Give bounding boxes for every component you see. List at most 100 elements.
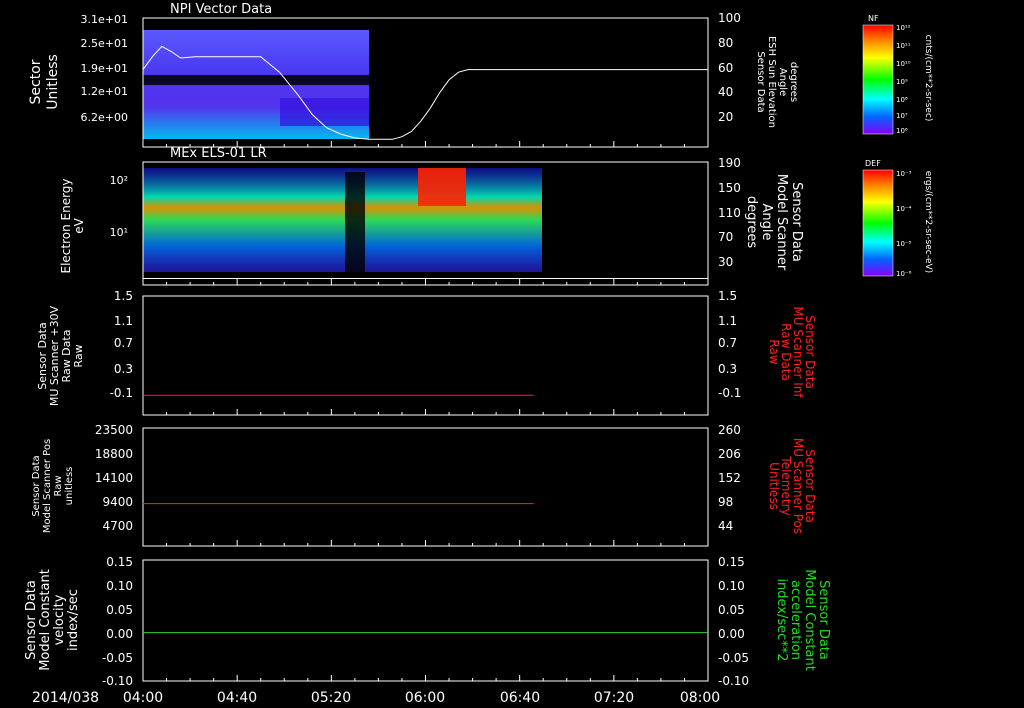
panel-1-ylabel-0: Sector <box>28 59 44 104</box>
panel-3-ytick-1: 1.1 <box>114 314 133 328</box>
colorbar-nf-tick-2: 10¹⁰ <box>896 60 911 68</box>
panel-1-spectrogram-band <box>280 98 369 126</box>
panel-4-rtick-3: 98 <box>718 495 733 509</box>
panel-5-ylabel-3: index/sec <box>66 589 81 651</box>
panel-2-rtick-2: 110 <box>718 206 741 220</box>
panel-2-high-flux-burst <box>418 168 466 206</box>
panel-1-rtick-3: 40 <box>718 85 733 99</box>
colorbar-nf-tick-6: 10⁶ <box>896 127 908 135</box>
colorbar-nf-units: cnts/(cm**2-sr-sec) <box>923 35 933 122</box>
panel-1-ytick-1: 2.5e+01 <box>81 37 128 50</box>
panel-4-rtick-4: 44 <box>718 519 733 533</box>
panel-1-ylabel-1: Unitless <box>45 54 61 110</box>
panel-4-ytick-1: 18800 <box>95 447 133 461</box>
panel-2-ytick-1: 10¹ <box>110 226 128 239</box>
colorbar-def-label: DEF <box>865 159 881 168</box>
panel-2-rlabel-3: degrees <box>744 196 759 249</box>
time-tick-2: 05:20 <box>311 690 351 706</box>
panel-5-frame <box>142 559 709 682</box>
panel-3-rtick-0: 1.5 <box>718 289 737 303</box>
panel-5-ytick-0: 0.15 <box>106 555 133 569</box>
panel-1-rtick-1: 80 <box>718 36 733 50</box>
panel-4-ytick-0: 23500 <box>95 423 133 437</box>
panel-5: 0.15 0.10 0.05 0.00 -0.05 -0.10 Sensor D… <box>24 555 831 688</box>
panel-4-rtick-2: 152 <box>718 471 741 485</box>
panel-1: NPI Vector Data 3.1e+01 2.5e+01 1.9e+01 … <box>28 2 799 148</box>
panel-2-rtick-1: 150 <box>718 181 741 195</box>
panel-5-rlabel-0: Sensor Data <box>816 580 831 660</box>
panel-1-rlabel-2: Angle <box>777 68 788 96</box>
panel-4-rtick-0: 260 <box>718 423 741 437</box>
panel-1-title: NPI Vector Data <box>170 2 272 17</box>
panel-5-rtick-1: 0.10 <box>718 579 745 593</box>
panel-1-rlabel-0: Sensor Data <box>755 51 766 112</box>
panel-4-frame <box>142 427 709 547</box>
panel-4-ytick-2: 14100 <box>95 471 133 485</box>
colorbar-nf: NF 10¹² 10¹¹ 10¹⁰ 10⁹ 10⁸ 10⁷ 10⁶ cnts/(… <box>862 14 933 135</box>
chart-canvas: NPI Vector Data 3.1e+01 2.5e+01 1.9e+01 … <box>24 2 933 706</box>
panel-3-ylabel-3: Raw <box>72 344 85 367</box>
panel-5-ytick-3: 0.00 <box>106 627 133 641</box>
time-tick-3: 06:00 <box>405 690 445 706</box>
panel-1-rtick-2: 60 <box>718 61 733 75</box>
panel-1-ytick-0: 3.1e+01 <box>81 13 128 26</box>
panel-3-ytick-4: -0.1 <box>110 386 133 400</box>
panel-3-rlabel-3: Raw <box>767 339 781 364</box>
colorbar-nf-label: NF <box>868 14 879 23</box>
time-tick-4: 06:40 <box>500 690 540 706</box>
panel-5-ytick-2: 0.05 <box>106 603 133 617</box>
colorbar-nf-tick-4: 10⁸ <box>896 96 908 104</box>
panel-5-ylabel-2: velocity <box>52 594 67 645</box>
panel-3-rtick-3: 0.3 <box>718 362 737 376</box>
panel-2-rtick-0: 190 <box>718 156 741 170</box>
panel-5-rtick-5: -0.10 <box>718 674 749 688</box>
panel-2-rlabel-0: Sensor Data <box>789 182 804 262</box>
panel-4-ylabel-3: unitless <box>64 467 75 506</box>
panel-2-spectrogram-dropout <box>345 172 365 272</box>
colorbar-nf-tick-3: 10⁹ <box>896 78 908 86</box>
panel-2-rtick-3: 70 <box>718 230 733 244</box>
panel-2-title: MEx ELS-01 LR <box>170 146 267 161</box>
panel-1-spectrogram-gap <box>143 75 369 85</box>
colorbar-def-tick-1: 10⁻⁴ <box>896 205 912 213</box>
time-tick-5: 07:20 <box>594 690 634 706</box>
panel-5-rtick-3: 0.00 <box>718 627 745 641</box>
panel-2-spectrogram <box>143 168 542 272</box>
panel-3-ytick-3: 0.3 <box>114 362 133 376</box>
panel-3: 1.5 1.1 0.7 0.3 -0.1 Sensor Data MU Scan… <box>36 289 817 416</box>
panel-4-ylabel-1: Model Scanner Pos <box>42 439 53 533</box>
time-tick-0: 04:00 <box>123 690 163 706</box>
panel-4-ytick-3: 9400 <box>102 495 133 509</box>
panel-3-ytick-0: 1.5 <box>114 289 133 303</box>
panel-5-ytick-1: 0.10 <box>106 579 133 593</box>
time-tick-1: 04:40 <box>217 690 257 706</box>
panel-1-ytick-3: 1.2e+01 <box>81 85 128 98</box>
panel-3-frame <box>142 295 709 416</box>
panel-5-rtick-4: -0.05 <box>718 651 749 665</box>
time-tick-6: 08:00 <box>680 690 720 706</box>
panel-2-rtick-4: 30 <box>718 255 733 269</box>
colorbar-def: DEF 10⁻³ 10⁻⁴ 10⁻⁵ 10⁻⁶ ergs/(cm**2-sr-s… <box>862 159 933 278</box>
panel-2-ylabel-0: Electron Energy <box>59 178 73 273</box>
panel-4-rtick-1: 206 <box>718 447 741 461</box>
panel-2-ytick-0: 10² <box>110 174 128 187</box>
panel-3-rtick-1: 1.1 <box>718 314 737 328</box>
panel-1-ytick-2: 1.9e+01 <box>81 62 128 75</box>
colorbar-def-tick-2: 10⁻⁵ <box>896 240 912 248</box>
panel-4-ylabel-0: Sensor Data <box>31 455 42 516</box>
panel-2-ylabel-1: eV <box>72 217 86 233</box>
colorbar-nf-gradient <box>862 24 894 135</box>
panel-1-rlabel-1: ESH Sun Elevation <box>766 36 777 128</box>
panel-5-ytick-5: -0.10 <box>102 674 133 688</box>
panel-2: MEx ELS-01 LR 10² 10¹ Electron Energy eV… <box>59 146 804 286</box>
colorbar-nf-tick-1: 10¹¹ <box>896 42 911 50</box>
panel-5-rlabel-3: index/sec**2 <box>774 578 789 661</box>
panel-1-rtick-4: 20 <box>718 110 733 124</box>
panel-5-rtick-2: 0.05 <box>718 603 745 617</box>
panel-5-ylabel-0: Sensor Data <box>24 580 39 660</box>
panel-5-ytick-4: -0.05 <box>102 651 133 665</box>
colorbar-def-units: ergs/(cm**2-sr-sec-eV) <box>923 171 933 273</box>
colorbar-nf-tick-5: 10⁷ <box>896 112 908 120</box>
panel-5-ylabel-1: Model Constant <box>38 569 53 671</box>
panel-3-rtick-4: -0.1 <box>718 386 741 400</box>
